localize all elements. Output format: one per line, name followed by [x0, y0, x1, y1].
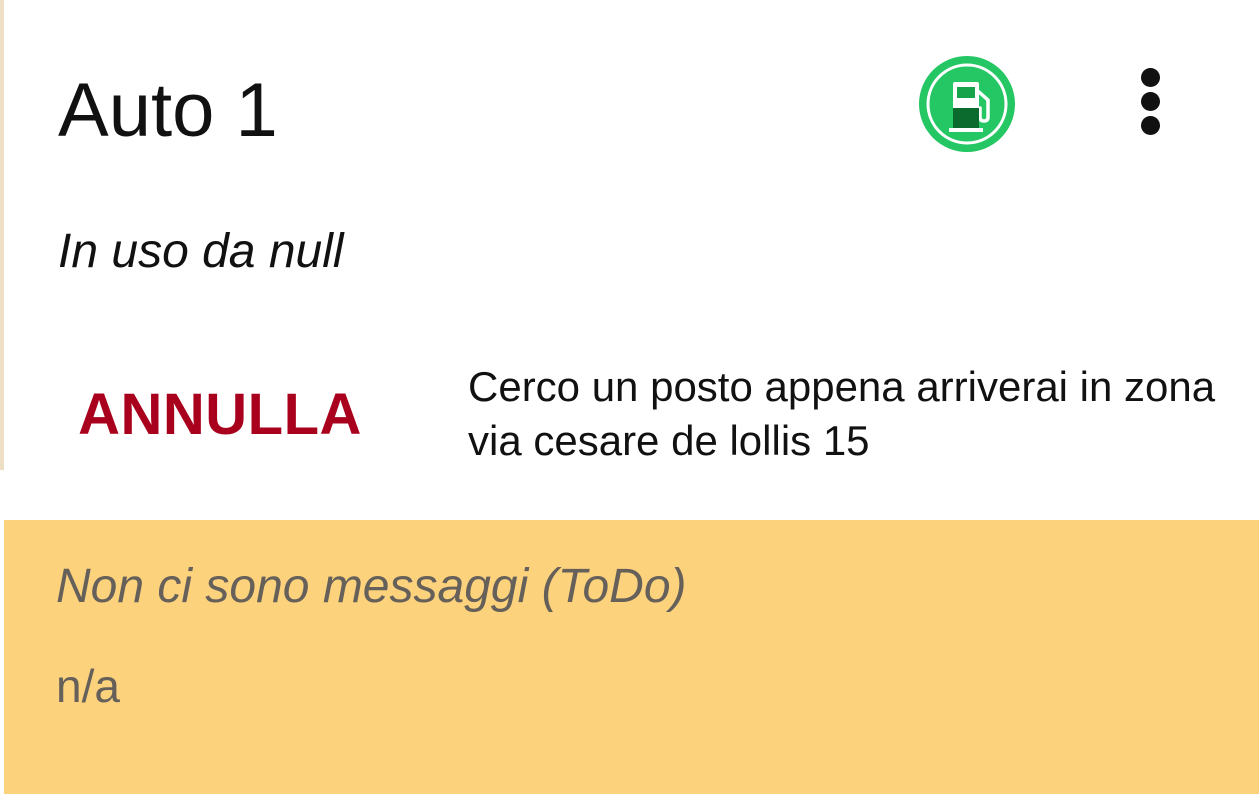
fuel-pump-icon: [919, 56, 1015, 152]
fuel-status-button[interactable]: [918, 55, 1016, 153]
more-vertical-icon: [1141, 68, 1160, 87]
more-options-button[interactable]: [1128, 62, 1174, 135]
messages-panel: Non ci sono messaggi (ToDo) n/a: [4, 520, 1259, 794]
car-card: Auto 1 In uso da null ANNULLA Cerco un p…: [4, 0, 1259, 794]
cancel-button[interactable]: ANNULLA: [64, 372, 376, 456]
in-use-status: In uso da null: [58, 225, 344, 278]
more-dot-bottom: [1141, 116, 1160, 135]
parking-search-status: Cerco un posto appena arriverai in zona …: [468, 363, 1216, 464]
messages-empty-state: Non ci sono messaggi (ToDo): [56, 560, 687, 613]
car-title: Auto 1: [58, 68, 278, 153]
messages-meta: n/a: [56, 660, 120, 712]
more-dot-middle: [1141, 92, 1160, 111]
